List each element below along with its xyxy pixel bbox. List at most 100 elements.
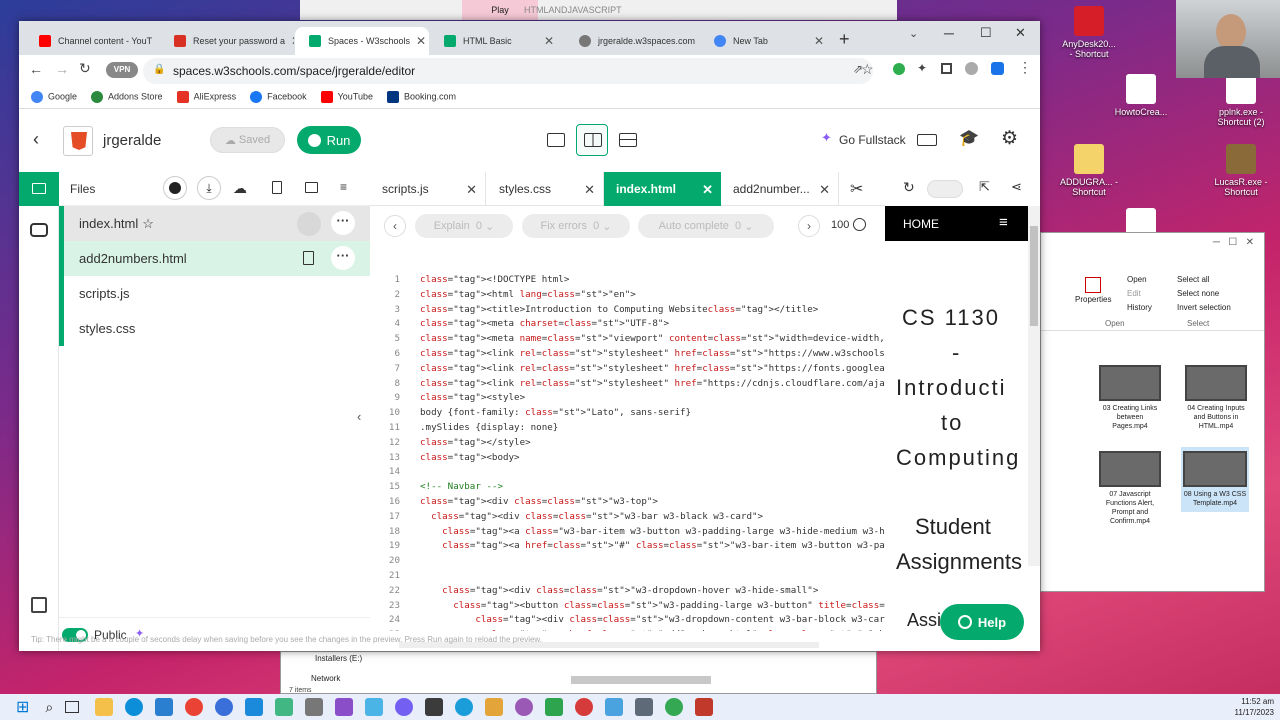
preview-home-link[interactable]: HOME — [903, 217, 939, 231]
task-view-icon[interactable] — [65, 701, 80, 713]
new-folder-icon[interactable] — [305, 182, 318, 193]
saved-button[interactable]: ☁ Saved — [210, 127, 285, 153]
back-arrow-icon[interactable]: ‹ — [33, 129, 39, 150]
app-taskbar-icon[interactable] — [425, 698, 444, 716]
profile-icon[interactable] — [965, 62, 978, 75]
clipboard-icon[interactable] — [303, 251, 314, 265]
explorer-taskbar-icon[interactable] — [95, 698, 114, 716]
ribbon-select-none[interactable]: Select none — [1177, 289, 1219, 298]
scissors-icon[interactable]: ✂ — [850, 179, 863, 199]
hamburger-icon[interactable]: ≡ — [999, 214, 1008, 231]
code-line[interactable]: class="tag"><div class=class="st">"w3-to… — [420, 495, 658, 510]
bookmark-booking[interactable]: Booking.com — [387, 90, 456, 103]
nav-installers[interactable]: Installers (E:) — [315, 654, 362, 663]
keyboard-icon[interactable] — [917, 134, 937, 146]
close-icon[interactable]: ✕ — [285, 34, 294, 48]
ai-prev-icon[interactable]: ‹ — [384, 215, 406, 237]
app-taskbar-icon[interactable] — [545, 698, 564, 716]
ribbon-select-all[interactable]: Select all — [1177, 275, 1209, 284]
video-thumb-1[interactable]: 03 Creating Links between Pages.mp4 — [1099, 365, 1161, 431]
file-item-index[interactable]: index.html ☆ ··· — [59, 206, 370, 241]
video-thumb-3[interactable]: 07 Javascript Functions Alert, Prompt an… — [1099, 451, 1161, 526]
settings-gear-icon[interactable]: ⚙ — [1001, 127, 1018, 150]
cap-icon[interactable]: 🎓 — [959, 128, 979, 148]
edge-taskbar-icon[interactable] — [455, 698, 474, 716]
bookmark-youtube[interactable]: YouTube — [320, 90, 373, 103]
close-icon[interactable]: ✕ — [702, 182, 713, 198]
tab-search-icon[interactable]: ⌄ — [909, 27, 918, 40]
app-taskbar-icon[interactable] — [275, 698, 294, 716]
desktop-icon-lucas[interactable]: LucasR.exe - Shortcut — [1212, 144, 1270, 197]
code-line[interactable]: class="tag"><button class=class="st">"w3… — [420, 599, 885, 614]
clipboard-icon[interactable] — [297, 212, 321, 236]
tab-youtube[interactable]: Channel content - YouT✕ — [25, 27, 159, 55]
app-taskbar-icon[interactable] — [635, 698, 654, 716]
github-icon[interactable] — [163, 176, 187, 200]
bookmark-facebook[interactable]: Facebook — [250, 90, 307, 103]
code-line[interactable]: class="tag"><meta name=class="st">"viewp… — [420, 332, 885, 347]
code-line[interactable]: class="tag"><html lang=class="st">"en"> — [420, 288, 636, 303]
file-item-styles[interactable]: styles.css — [59, 311, 370, 346]
url-text[interactable]: spaces.w3schools.com/space/jrgeralde/edi… — [173, 64, 415, 78]
visual-studio-taskbar-icon[interactable] — [335, 698, 354, 716]
auto-complete-button[interactable]: Auto complete 0 ⌄ — [638, 214, 774, 238]
desktop-icon-pplnk[interactable]: pplnk.exe - Shortcut (2) — [1212, 74, 1270, 127]
new-tab-button[interactable]: + — [839, 29, 850, 50]
code-line[interactable]: class="tag"></style> — [420, 436, 531, 451]
menu-icon[interactable]: ⋮ — [1018, 59, 1032, 76]
more-options-icon[interactable]: ··· — [331, 211, 355, 235]
close-icon[interactable]: ✕ — [538, 34, 554, 48]
properties-button[interactable]: Properties — [1075, 277, 1111, 304]
editor-tab-styles[interactable]: styles.css ✕ — [487, 172, 604, 206]
preview-scrollbar[interactable] — [1028, 206, 1040, 566]
new-file-icon[interactable] — [272, 181, 282, 194]
open-external-icon[interactable]: ⇱ — [979, 179, 990, 195]
nav-network[interactable]: Network — [311, 674, 340, 683]
code-line[interactable]: class="tag"><div class=class="st">"w3-dr… — [420, 584, 818, 599]
reload-icon[interactable]: ↻ — [79, 60, 91, 77]
code-line[interactable]: class="tag"><body> — [420, 451, 520, 466]
clock[interactable]: 11:52 am 11/17/2023 — [1235, 696, 1274, 718]
code-editor[interactable]: 1 class="tag"><!DOCTYPE html> 2 class="tag"… — [370, 269, 885, 631]
omnibox[interactable]: 🔒 spaces.w3schools.com/space/jrgeralde/e… — [143, 58, 873, 84]
close-icon[interactable]: ✕ — [819, 182, 830, 198]
video-thumb-4[interactable]: 08 Using a W3 CSS Template.mp4 — [1181, 447, 1249, 512]
app-taskbar-icon[interactable] — [305, 698, 324, 716]
editor-tab-add2numbers[interactable]: add2number... ✕ — [721, 172, 839, 206]
app-taskbar-icon[interactable] — [215, 698, 234, 716]
file-item-add2numbers[interactable]: add2numbers.html ··· — [59, 241, 370, 276]
viber-taskbar-icon[interactable] — [395, 698, 414, 716]
bookmark-aliexpress[interactable]: AliExpress — [176, 90, 236, 103]
share-nodes-icon[interactable]: ⋖ — [1011, 179, 1022, 195]
code-line[interactable]: class="tag"><style> — [420, 391, 525, 406]
chip-icon[interactable] — [31, 597, 47, 613]
edge-taskbar-icon[interactable] — [125, 698, 144, 716]
app-taskbar-icon[interactable] — [365, 698, 384, 716]
star-icon[interactable]: ☆ — [861, 61, 874, 78]
zoom-level[interactable]: 100 — [831, 219, 849, 231]
bookmark-google[interactable]: Google — [31, 90, 77, 103]
desktop-icon-addugra[interactable]: ADDUGRA... - Shortcut — [1060, 144, 1118, 197]
chrome-taskbar-icon[interactable] — [185, 698, 204, 716]
puzzle-icon[interactable]: ✦ — [917, 61, 927, 75]
ribbon-invert[interactable]: Invert selection — [1177, 303, 1231, 312]
layout-code-icon[interactable] — [547, 133, 565, 147]
vpn-badge[interactable]: VPN — [106, 62, 138, 78]
ribbon-open[interactable]: Open — [1127, 275, 1147, 284]
shield-icon[interactable] — [991, 62, 1004, 75]
upload-icon[interactable]: ☁ — [233, 180, 247, 197]
app-taskbar-icon[interactable] — [695, 698, 714, 716]
code-line[interactable]: class="tag"><div class=class="st">"w3-dr… — [420, 613, 885, 628]
forward-icon[interactable]: → — [55, 61, 69, 77]
tab-html-basic[interactable]: HTML Basic ✕ — [430, 27, 564, 55]
close-window-button[interactable]: ✕ — [1015, 25, 1026, 41]
store-taskbar-icon[interactable] — [155, 698, 174, 716]
robot-icon[interactable] — [30, 223, 48, 237]
download-icon[interactable]: ⤓ — [197, 176, 221, 200]
go-fullstack-link[interactable]: Go Fullstack — [839, 133, 906, 147]
file-item-scripts[interactable]: scripts.js — [59, 276, 370, 311]
run-button[interactable]: Run — [297, 126, 361, 154]
maximize-button[interactable]: ☐ — [980, 25, 992, 41]
desktop-icon-anydesk[interactable]: AnyDesk20... - Shortcut — [1060, 6, 1118, 59]
editor-tab-scripts[interactable]: scripts.js ✕ — [370, 172, 486, 206]
